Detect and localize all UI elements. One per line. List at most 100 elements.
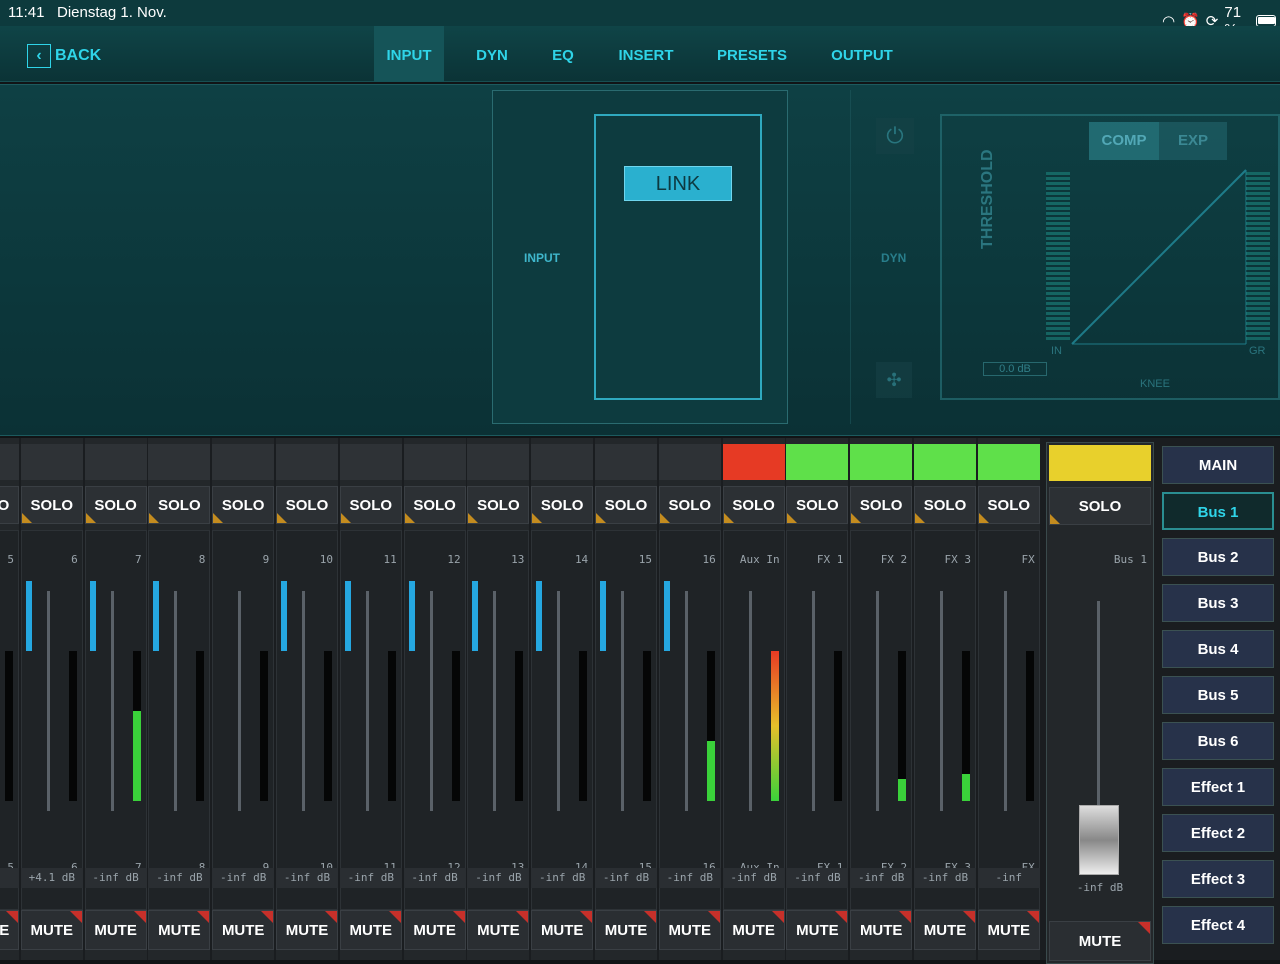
bus-select-bus-2[interactable]: Bus 2 — [1162, 538, 1274, 576]
tab-output[interactable]: OUTPUT — [816, 26, 908, 82]
bus-select-effect-2[interactable]: Effect 2 — [1162, 814, 1274, 852]
solo-button[interactable]: SOLO — [531, 486, 594, 524]
channel-name: 16 — [702, 553, 716, 566]
mute-button[interactable]: MUTE — [339, 910, 402, 950]
comp-toggle[interactable]: COMP — [1089, 122, 1159, 160]
fader-track[interactable] — [238, 591, 242, 811]
solo-button[interactable]: SOLO — [148, 486, 211, 524]
mute-button[interactable]: MUTE — [595, 910, 657, 950]
mute-button[interactable]: MUTE — [531, 910, 594, 950]
mute-button[interactable]: MUTE — [977, 910, 1040, 950]
status-date: Dienstag 1. Nov. — [57, 4, 167, 21]
solo-button[interactable]: SOLO — [977, 486, 1040, 524]
bus-select-bus-6[interactable]: Bus 6 — [1162, 722, 1274, 760]
mute-button[interactable]: MUTE — [850, 910, 913, 950]
level-meter — [515, 651, 524, 801]
fader-track[interactable] — [365, 591, 369, 811]
fader-track[interactable] — [429, 591, 433, 811]
level-meter — [260, 651, 269, 801]
fader-track[interactable] — [1003, 591, 1007, 811]
channel-strip: SOLO 6 6 +4.1 dB MUTE — [20, 438, 83, 960]
channel-db: -inf — [977, 868, 1040, 888]
back-button[interactable]: ‹ BACK — [27, 44, 101, 68]
tab-eq[interactable]: EQ — [540, 26, 586, 82]
mute-button[interactable]: MUTE — [722, 910, 785, 950]
solo-button[interactable]: SOLO — [850, 486, 913, 524]
bus-select-bus-5[interactable]: Bus 5 — [1162, 676, 1274, 714]
tab-presets[interactable]: PRESETS — [706, 26, 798, 82]
fader-track[interactable] — [684, 591, 688, 811]
solo-button[interactable]: SOLO — [786, 486, 849, 524]
mute-button[interactable]: MUTE — [20, 910, 83, 950]
bus1-fader-knob[interactable] — [1079, 805, 1119, 875]
channel-fader-area: FX 1 FX 1 — [786, 530, 849, 910]
solo-button[interactable]: SOLO — [84, 486, 147, 524]
solo-button[interactable]: SOLO — [212, 486, 275, 524]
level-meter — [324, 651, 332, 801]
solo-button[interactable]: SOLO — [20, 486, 83, 524]
mute-button[interactable]: MUTE — [276, 910, 338, 950]
bus-select-bus-4[interactable]: Bus 4 — [1162, 630, 1274, 668]
link-button[interactable]: LINK — [624, 166, 732, 201]
back-label: BACK — [55, 47, 102, 64]
channel-strip: SOLO 9 9 -inf dB MUTE — [212, 438, 275, 960]
level-meter — [387, 651, 396, 801]
fader-track[interactable] — [174, 591, 178, 811]
bus1-solo-button[interactable]: SOLO — [1049, 487, 1151, 525]
channel-color — [531, 444, 594, 480]
status-time: 11:41 — [8, 4, 45, 21]
solo-button[interactable]: SOLO — [0, 486, 19, 524]
mute-button[interactable]: MUTE — [467, 910, 530, 950]
bus-select-bus-3[interactable]: Bus 3 — [1162, 584, 1274, 622]
bus-select-effect-3[interactable]: Effect 3 — [1162, 860, 1274, 898]
mute-button[interactable]: MUTE — [914, 910, 976, 950]
tab-insert[interactable]: INSERT — [604, 26, 688, 82]
channel-color — [658, 444, 721, 480]
mute-button[interactable]: MUTE — [84, 910, 147, 950]
solo-button[interactable]: SOLO — [403, 486, 466, 524]
bus-select-effect-4[interactable]: Effect 4 — [1162, 906, 1274, 944]
solo-button[interactable]: SOLO — [276, 486, 338, 524]
power-icon[interactable]: ⏻ — [876, 118, 914, 154]
channel-name: 11 — [383, 553, 397, 566]
solo-button[interactable]: SOLO — [722, 486, 785, 524]
solo-button[interactable]: SOLO — [658, 486, 721, 524]
fader-track[interactable] — [557, 591, 561, 811]
exp-toggle[interactable]: EXP — [1159, 122, 1227, 160]
bus-select-bus-1[interactable]: Bus 1 — [1162, 492, 1274, 530]
tab-dyn[interactable]: DYN — [462, 26, 522, 82]
channel-db: -inf dB — [850, 868, 913, 888]
bus1-strip: SOLO Bus 1 -inf dB MUTE — [1046, 442, 1154, 964]
channel-db: -inf dB — [212, 868, 275, 888]
fader-track[interactable] — [748, 591, 752, 811]
channel-db: -inf dB — [276, 868, 338, 888]
fader-track[interactable] — [940, 591, 943, 811]
channel-db: -inf dB — [595, 868, 657, 888]
solo-button[interactable]: SOLO — [467, 486, 530, 524]
mute-button[interactable]: MUTE — [658, 910, 721, 950]
mute-button[interactable]: MUTE — [148, 910, 211, 950]
fader-track[interactable] — [493, 591, 497, 811]
mute-button[interactable]: MUTE — [0, 910, 19, 950]
bus-select-effect-1[interactable]: Effect 1 — [1162, 768, 1274, 806]
mute-button[interactable]: MUTE — [786, 910, 849, 950]
solo-button[interactable]: SOLO — [914, 486, 976, 524]
solo-button[interactable]: SOLO — [595, 486, 657, 524]
gr-label: GR — [1249, 345, 1266, 357]
bus1-mute-button[interactable]: MUTE — [1049, 921, 1151, 961]
fader-track[interactable] — [46, 591, 50, 811]
fader-track[interactable] — [110, 591, 114, 811]
fader-track[interactable] — [812, 591, 816, 811]
fader-track[interactable] — [876, 591, 880, 811]
tab-input[interactable]: INPUT — [374, 26, 444, 82]
mute-button[interactable]: MUTE — [212, 910, 275, 950]
mute-button[interactable]: MUTE — [403, 910, 466, 950]
fader-track[interactable] — [302, 591, 305, 811]
channel-db: -inf dB — [531, 868, 594, 888]
channel-fader-area: 13 13 — [467, 530, 530, 910]
solo-button[interactable]: SOLO — [339, 486, 402, 524]
fader-track[interactable] — [621, 591, 624, 811]
channel-fader-area: 12 12 — [403, 530, 466, 910]
bus-select-main[interactable]: MAIN — [1162, 446, 1274, 484]
routing-icon[interactable]: ✣ — [876, 362, 912, 398]
